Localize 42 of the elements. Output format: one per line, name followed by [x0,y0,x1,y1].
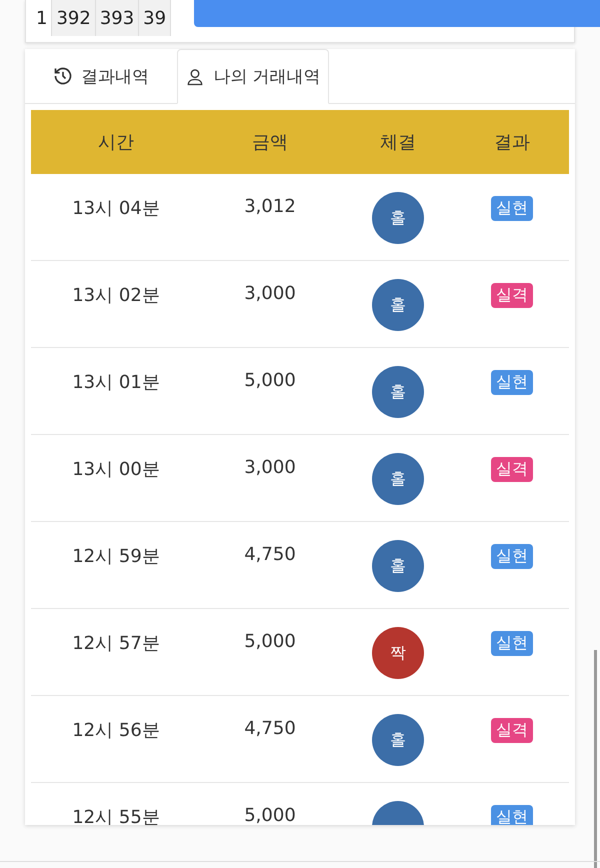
result-tag: 실현 [491,631,533,656]
number-cell: 1 [32,0,52,36]
time-cell-text: 12시 56분 [72,719,160,742]
result-ball: 홀 [372,540,424,592]
result-tag: 실격 [491,283,533,308]
time-cell-text: 13시 04분 [72,197,160,220]
result-tag: 실격 [491,457,533,482]
time-cell-text: 12시 57분 [72,632,160,655]
column-header: 체결 [379,131,417,154]
time-cell-text: 12시 59분 [72,545,160,568]
amount-cell: 5,000 [244,805,296,825]
result-ball: 홀 [372,714,424,766]
result-ball: 짝 [372,627,424,679]
time-cell-text: 13시 01분 [72,371,160,394]
result-tag: 실격 [491,718,533,743]
amount-cell: 5,000 [244,631,296,652]
tab[interactable]: 나의 거래내역 [177,49,329,104]
result-tag: 실현 [491,370,533,395]
amount-cell: 3,000 [244,283,296,304]
time-cell-text: 13시 02분 [72,284,160,307]
amount-cell: 3,012 [244,196,296,217]
result-tag: 실현 [491,544,533,569]
time-cell-text: 13시 00분 [72,458,160,481]
column-header: 결과 [493,131,531,154]
result-ball: 홀 [372,192,424,244]
tab[interactable]: 결과내역 [25,49,177,103]
result-ball: 홀 [372,279,424,331]
number-cell: 39 [139,0,172,36]
amount-cell: 5,000 [244,370,296,391]
result-ball: 홀 [372,366,424,418]
result-tag: 실현 [491,196,533,221]
amount-cell: 3,000 [244,457,296,478]
amount-cell: 4,750 [244,718,296,739]
user-icon [185,66,206,86]
column-header: 시간 [97,131,135,154]
number-cell: 393 [96,0,140,36]
history-icon [53,66,73,86]
number-cell: 392 [52,0,96,36]
result-tag: 실현 [491,805,533,825]
amount-cell: 4,750 [244,544,296,565]
column-header: 금액 [251,131,289,154]
result-ball: 홀 [372,453,424,505]
